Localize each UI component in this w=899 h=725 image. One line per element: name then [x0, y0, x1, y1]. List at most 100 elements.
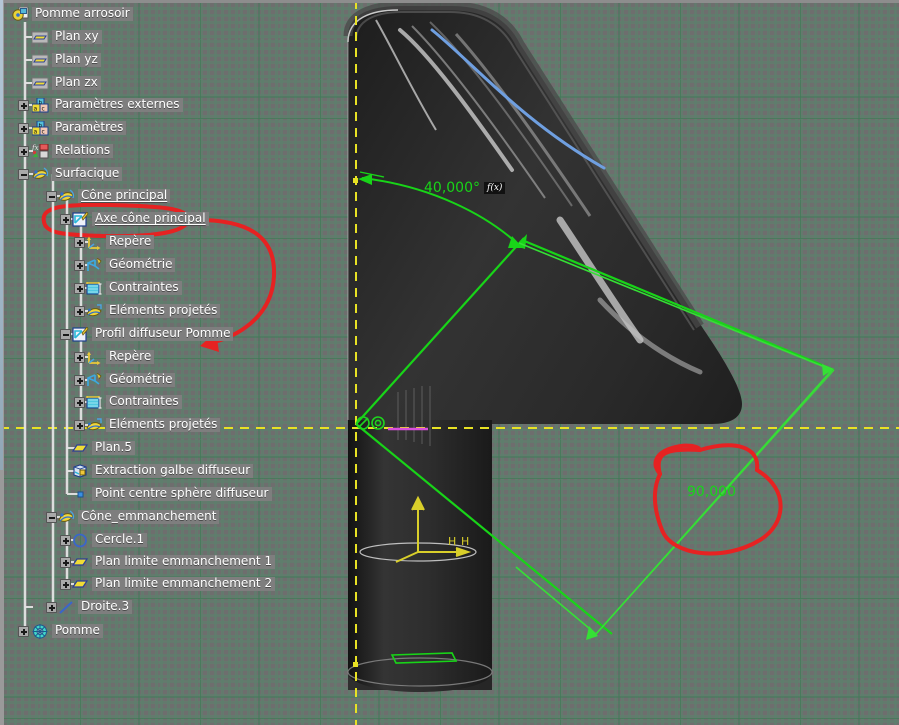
expand-icon[interactable] [60, 214, 71, 225]
yellow-plane-icon [71, 441, 89, 456]
tree-item-label: Axe cône principal [92, 212, 209, 226]
expand-icon[interactable] [74, 283, 85, 294]
tree-item-parametres[interactable]: a c b Paramètres [31, 119, 127, 137]
axis-system-icon [86, 350, 103, 365]
yellow-plane-icon [71, 577, 89, 592]
plane-icon [31, 53, 49, 68]
expand-icon[interactable] [18, 146, 29, 157]
parameters-icon: acb [31, 97, 49, 113]
tree-item-repere[interactable]: Repère [86, 233, 155, 251]
tree-item-geometrie[interactable]: Géométrie [86, 256, 176, 274]
product-icon [12, 6, 29, 22]
tree-item-geometrie[interactable]: Géométrie [86, 371, 176, 389]
svg-text:b: b [39, 122, 43, 128]
tree-item-axe-cone-principal[interactable]: Axe cône principal [72, 210, 209, 228]
circle-icon [72, 533, 89, 548]
extract-icon [72, 463, 89, 479]
tree-item-plan-limite-emmanchement-1[interactable]: Plan limite emmanchement 1 [71, 553, 276, 571]
svg-text:c: c [42, 128, 45, 135]
collapse-icon[interactable] [60, 329, 71, 340]
tree-item-plan-zx[interactable]: Plan zx [31, 74, 101, 92]
expand-icon[interactable] [60, 535, 71, 546]
expand-icon[interactable] [18, 626, 29, 637]
expand-icon[interactable] [74, 237, 85, 248]
tree-item-label: Contraintes [106, 395, 182, 409]
expand-icon[interactable] [74, 397, 85, 408]
tree-item-repere[interactable]: Repère [86, 348, 155, 366]
tree-item-label: Extraction galbe diffuseur [92, 464, 254, 478]
angle-dimension-label[interactable]: 40,000° f(x) [424, 180, 506, 196]
tree-item-relations[interactable]: fx Relations [31, 142, 114, 160]
tree-item-elements-projetes[interactable]: Eléments projetés [86, 416, 221, 434]
line-icon [58, 600, 75, 615]
tree-item-extraction-galbe-diffuseur[interactable]: Extraction galbe diffuseur [72, 462, 254, 480]
expand-icon[interactable] [74, 306, 85, 317]
tree-item-label: Plan limite emmanchement 1 [92, 555, 276, 569]
tree-item-label: Plan.5 [92, 441, 135, 455]
tree-item-label: Eléments projetés [106, 304, 221, 318]
tree-item-label: Point centre sphère diffuseur [92, 487, 272, 501]
projected-icon [86, 303, 103, 319]
tree-item-label: Géométrie [106, 373, 176, 387]
specification-tree[interactable]: Pomme arrosoir Plan xy Plan yz Plan zx a c b P… [0, 0, 300, 725]
sketch-icon [72, 325, 89, 342]
tree-item-label: Repère [106, 350, 155, 364]
tree-item-label: Cône_emmanchement [78, 510, 220, 524]
fx-icon[interactable]: f(x) [484, 182, 506, 194]
angle-dimension-value: 40,000° [424, 180, 480, 196]
collapse-icon[interactable] [46, 512, 57, 523]
body-icon [32, 623, 49, 639]
svg-text:a: a [34, 105, 38, 112]
length-dimension-label[interactable]: 90,000 [687, 481, 736, 500]
expand-icon[interactable] [18, 100, 29, 111]
surface-set-icon [58, 509, 75, 525]
tree-item-label: Plan xy [52, 30, 102, 44]
tree-root-node[interactable]: Pomme arrosoir [12, 5, 133, 23]
tree-item-cone-principal[interactable]: Cône principal [58, 187, 171, 205]
tree-item-profil-diffuseur-pomme[interactable]: Profil diffuseur Pomme [72, 325, 234, 343]
svg-text:c: c [42, 105, 45, 112]
constraints-icon [86, 281, 103, 296]
tree-item-label: Contraintes [106, 281, 182, 295]
collapse-icon[interactable] [46, 191, 57, 202]
tree-item-pomme[interactable]: Pomme [32, 622, 103, 640]
tree-item-cercle-1[interactable]: Cercle.1 [72, 531, 148, 549]
tree-item-plan-limite-emmanchement-2[interactable]: Plan limite emmanchement 2 [71, 575, 276, 593]
tree-item-label: Paramètres [52, 121, 127, 135]
tree-item-elements-projetes[interactable]: Eléments projetés [86, 302, 221, 320]
tree-item-cone-emmanchement[interactable]: Cône_emmanchement [58, 508, 220, 526]
tree-item-plan-xy[interactable]: Plan xy [31, 28, 102, 46]
collapse-icon[interactable] [18, 169, 29, 180]
expand-icon[interactable] [74, 260, 85, 271]
cad-application-window: H H 40,000° f(x) 90,000 Pomme arrosoir P… [0, 0, 899, 725]
expand-icon[interactable] [74, 352, 85, 363]
tree-item-droite-3[interactable]: Droite.3 [58, 598, 133, 616]
geometry-icon [86, 257, 103, 273]
tree-item-point-centre-sphere-diffuseur[interactable]: Point centre sphère diffuseur [72, 485, 272, 503]
tree-item-contraintes[interactable]: Contraintes [86, 279, 182, 297]
axis-system-icon [86, 235, 103, 250]
geometry-icon [86, 372, 103, 388]
surface-set-icon [32, 166, 49, 182]
expand-icon[interactable] [74, 375, 85, 386]
svg-text:fx: fx [32, 144, 39, 152]
tree-item-label: Repère [106, 235, 155, 249]
tree-item-label: Relations [52, 144, 114, 158]
tree-item-plan-yz[interactable]: Plan yz [31, 51, 101, 69]
expand-icon[interactable] [18, 123, 29, 134]
tree-item-parametres-externes[interactable]: a c b Paramètres externes [31, 96, 183, 114]
relations-icon: fx [31, 143, 49, 159]
expand-icon[interactable] [46, 602, 57, 613]
tree-item-label: Droite.3 [78, 600, 133, 614]
yellow-plane-icon [71, 555, 89, 570]
tree-item-surfacique[interactable]: Surfacique [32, 165, 123, 183]
tree-item-contraintes[interactable]: Contraintes [86, 393, 182, 411]
expand-icon[interactable] [74, 420, 85, 431]
tree-item-label: Paramètres externes [52, 98, 183, 112]
tree-item-label: Profil diffuseur Pomme [92, 327, 234, 341]
expand-icon[interactable] [60, 579, 71, 590]
expand-icon[interactable] [60, 557, 71, 568]
plane-icon [31, 76, 49, 91]
constraints-icon [86, 395, 103, 410]
tree-item-plan-5[interactable]: Plan.5 [71, 439, 135, 457]
